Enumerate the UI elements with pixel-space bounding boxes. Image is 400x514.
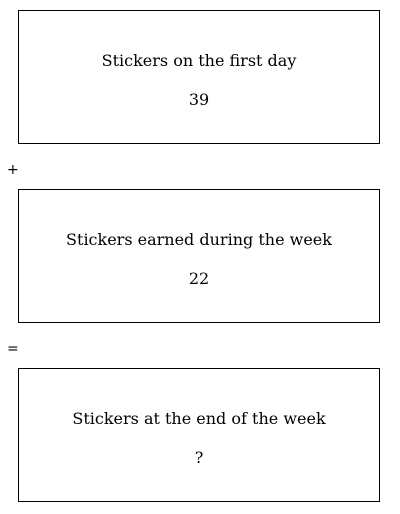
first-day-label: Stickers on the first day xyxy=(101,51,297,70)
end-of-week-label: Stickers at the end of the week xyxy=(72,409,326,428)
first-day-value: 39 xyxy=(188,90,210,109)
earned-during-week-label: Stickers earned during the week xyxy=(66,230,332,249)
first-day-box: Stickers on the first day 39 xyxy=(18,10,380,144)
earned-during-week-box: Stickers earned during the week 22 xyxy=(18,189,380,323)
end-of-week-value: ? xyxy=(194,448,204,467)
earned-during-week-value: 22 xyxy=(188,269,210,288)
end-of-week-box: Stickers at the end of the week ? xyxy=(18,368,380,502)
equals-operator: = xyxy=(7,341,19,357)
plus-operator: + xyxy=(7,162,19,178)
